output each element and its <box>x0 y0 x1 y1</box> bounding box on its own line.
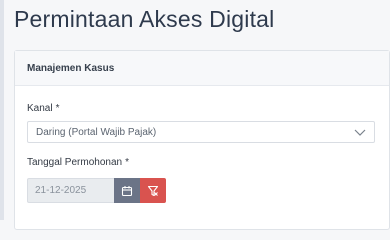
calendar-icon <box>121 185 133 196</box>
page-title: Permintaan Akses Digital <box>14 6 275 32</box>
kanal-label: Kanal * <box>27 103 59 114</box>
kanal-required-mark: * <box>55 103 60 114</box>
card-header-title: Manajemen Kasus <box>27 62 115 74</box>
kanal-label-text: Kanal <box>27 103 53 114</box>
chevron-down-icon <box>354 129 366 136</box>
tanggal-label-text: Tanggal Permohonan <box>27 157 123 168</box>
kanal-select[interactable]: Daring (Portal Wajib Pajak) <box>27 121 375 143</box>
tanggal-date-input[interactable]: 21-12-2025 <box>27 178 114 203</box>
tanggal-label: Tanggal Permohonan * <box>27 157 129 168</box>
left-edge-strip <box>0 0 4 220</box>
card-header: Manajemen Kasus <box>15 51 389 86</box>
case-management-card: Manajemen Kasus Kanal * Daring (Portal Wa… <box>14 50 390 230</box>
date-input-group: 21-12-2025 <box>27 178 166 203</box>
tanggal-required-mark: * <box>125 157 129 168</box>
kanal-select-value: Daring (Portal Wajib Pajak) <box>36 126 157 138</box>
tanggal-date-value: 21-12-2025 <box>35 185 87 196</box>
filter-clear-icon <box>147 185 159 196</box>
clear-date-button[interactable] <box>140 178 166 203</box>
calendar-button[interactable] <box>114 178 140 203</box>
